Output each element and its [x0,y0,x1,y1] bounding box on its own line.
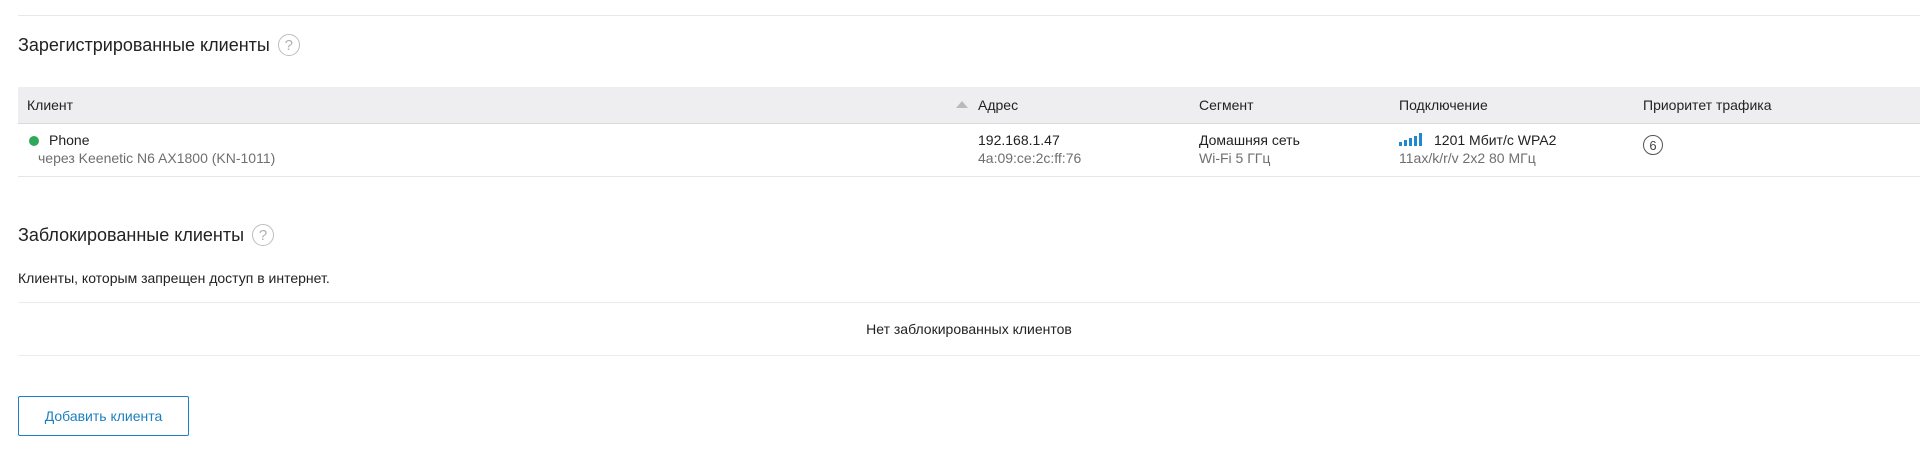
traffic-priority-icon[interactable]: 6 [1643,135,1663,155]
connection-cell: 1201 Мбит/с WPA2 11ax/k/r/v 2x2 80 МГц [1399,131,1556,167]
client-speed: 1201 Мбит/с WPA2 [1434,132,1557,148]
sort-ascending-icon[interactable] [956,101,968,108]
address-cell: 192.168.1.47 4a:09:ce:2c:ff:76 [978,131,1081,167]
blocked-clients-empty-state: Нет заблокированных клиентов [18,302,1920,356]
registered-clients-heading: Зарегистрированные клиенты ? [18,34,300,56]
registered-clients-title: Зарегистрированные клиенты [18,34,270,55]
top-divider [18,15,1920,16]
client-segment: Домашняя сеть [1199,132,1300,148]
column-header-client[interactable]: Клиент [27,87,73,123]
client-band: Wi-Fi 5 ГГц [1199,150,1271,166]
column-header-connection[interactable]: Подключение [1399,87,1488,123]
segment-cell: Домашняя сеть Wi-Fi 5 ГГц [1199,131,1300,167]
client-cell: Phone через Keenetic N6 AX1800 (KN-1011) [29,131,275,167]
client-mac: 4a:09:ce:2c:ff:76 [978,150,1082,166]
table-row[interactable]: Phone через Keenetic N6 AX1800 (KN-1011)… [18,124,1920,177]
column-header-segment[interactable]: Сегмент [1199,87,1254,123]
client-name[interactable]: Phone [49,132,89,148]
blocked-clients-heading: Заблокированные клиенты ? [18,224,275,246]
blocked-clients-description: Клиенты, которым запрещен доступ в интер… [18,270,330,286]
registered-help-icon[interactable]: ? [277,34,300,56]
client-via: через Keenetic N6 AX1800 (KN-1011) [38,150,276,166]
clients-page: Зарегистрированные клиенты ? Клиент Адре… [0,0,1920,472]
client-ip: 192.168.1.47 [978,132,1060,148]
blocked-help-icon[interactable]: ? [252,224,275,246]
column-header-address[interactable]: Адрес [978,87,1018,123]
blocked-clients-title: Заблокированные клиенты [18,224,245,245]
signal-bars-icon [1399,133,1422,146]
online-status-icon [29,136,39,146]
empty-state-text: Нет заблокированных клиентов [866,321,1072,337]
client-mode: 11ax/k/r/v 2x2 80 МГц [1399,150,1536,166]
column-header-traffic-priority[interactable]: Приоритет трафика [1643,87,1771,123]
add-client-button[interactable]: Добавить клиента [18,396,189,436]
clients-table-header: Клиент Адрес Сегмент Подключение Приорит… [18,87,1920,124]
